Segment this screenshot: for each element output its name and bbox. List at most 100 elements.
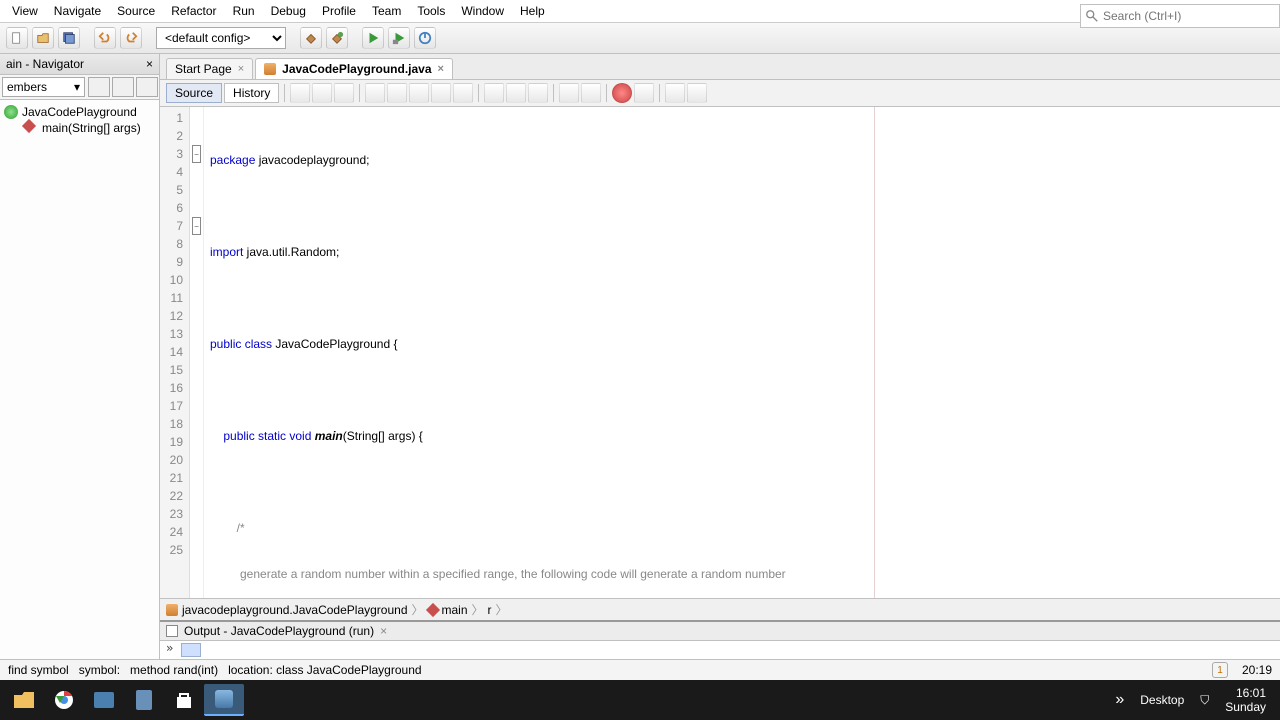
editor-btn-2[interactable] [312, 83, 332, 103]
nav-filter-button[interactable] [88, 77, 110, 97]
tree-node-method-label: main(String[] args) [42, 121, 141, 135]
fold-icon[interactable]: − [192, 145, 201, 163]
taskbar-netbeans[interactable] [204, 684, 244, 716]
undo-button[interactable] [94, 27, 116, 49]
menu-navigate[interactable]: Navigate [46, 2, 109, 20]
editor-btn-4[interactable] [365, 83, 385, 103]
profile-button[interactable] [414, 27, 436, 49]
tree-node-method[interactable]: main(String[] args) [4, 120, 155, 136]
close-icon[interactable]: × [146, 57, 153, 71]
menu-team[interactable]: Team [364, 2, 409, 20]
code-content[interactable]: package javacodeplayground; import java.… [204, 107, 1280, 598]
system-tray: » Desktop ⛉ 16:01 Sunday [1115, 686, 1276, 714]
status-error-symbol: symbol: [79, 663, 120, 677]
editor-btn-6[interactable] [409, 83, 429, 103]
taskbar-chrome[interactable] [44, 684, 84, 716]
editor-btn-8[interactable] [453, 83, 473, 103]
editor-btn-15[interactable] [634, 83, 654, 103]
tab-java-file[interactable]: JavaCodePlayground.java × [255, 58, 453, 79]
source-view-tab[interactable]: Source [166, 83, 222, 103]
editor-btn-14[interactable] [612, 83, 632, 103]
editor-btn-1[interactable] [290, 83, 310, 103]
editor-btn-11[interactable] [528, 83, 548, 103]
status-bar: find symbol symbol: method rand(int) loc… [0, 659, 1280, 680]
chevron-right-icon: 〉 [496, 601, 508, 618]
menu-source[interactable]: Source [109, 2, 163, 20]
build-button[interactable] [300, 27, 322, 49]
taskbar-store[interactable] [164, 684, 204, 716]
editor-btn-10[interactable] [506, 83, 526, 103]
output-body: » [160, 641, 1280, 659]
editor-btn-17[interactable] [687, 83, 707, 103]
status-error-text: find symbol [8, 663, 69, 677]
nav-sort-button[interactable] [112, 77, 134, 97]
menu-refactor[interactable]: Refactor [163, 2, 224, 20]
tray-network-icon[interactable]: ⛉ [1200, 693, 1209, 708]
close-icon[interactable]: × [380, 624, 387, 638]
method-icon [425, 602, 439, 616]
editor-btn-9[interactable] [484, 83, 504, 103]
menu-bar: View Navigate Source Refactor Run Debug … [0, 0, 1280, 23]
menu-tools[interactable]: Tools [409, 2, 453, 20]
output-tab[interactable]: Output - JavaCodePlayground (run) × [160, 622, 1280, 641]
java-icon [166, 604, 178, 616]
menu-debug[interactable]: Debug [263, 2, 314, 20]
tray-clock[interactable]: 16:01 Sunday [1225, 686, 1266, 714]
menu-profile[interactable]: Profile [314, 2, 364, 20]
open-button[interactable] [32, 27, 54, 49]
new-file-button[interactable] [6, 27, 28, 49]
members-dropdown[interactable]: embers▾ [2, 77, 85, 97]
tree-node-class[interactable]: JavaCodePlayground [4, 104, 155, 120]
navigator-title: ain - Navigator [6, 57, 84, 71]
tray-desktop-label[interactable]: Desktop [1140, 693, 1184, 707]
editor-btn-12[interactable] [559, 83, 579, 103]
run-button[interactable] [362, 27, 384, 49]
menu-run[interactable]: Run [225, 2, 263, 20]
fold-gutter: −− [190, 107, 204, 598]
taskbar-app-2[interactable] [124, 684, 164, 716]
search-input[interactable] [1103, 9, 1275, 23]
save-all-button[interactable] [58, 27, 80, 49]
redo-button[interactable] [120, 27, 142, 49]
history-view-tab[interactable]: History [224, 83, 279, 103]
breadcrumb-var[interactable]: r [488, 603, 492, 617]
chevron-right-icon: 〉 [472, 601, 484, 618]
breadcrumb-class[interactable]: javacodeplayground.JavaCodePlayground [166, 603, 408, 617]
taskbar-file-explorer[interactable] [4, 684, 44, 716]
breadcrumb-method[interactable]: main [428, 603, 468, 617]
status-error-method: method rand(int) [130, 663, 218, 677]
nav-options-button[interactable] [136, 77, 158, 97]
config-select[interactable]: <default config> [156, 27, 286, 49]
notification-badge[interactable]: 1 [1212, 662, 1228, 678]
menu-view[interactable]: View [4, 2, 46, 20]
output-tab-label: Output - JavaCodePlayground (run) [184, 624, 374, 638]
output-icon [166, 625, 178, 637]
editor-tab-row: Start Page × JavaCodePlayground.java × [160, 54, 1280, 80]
code-editor[interactable]: 1234567891011121314151617181920212223242… [160, 107, 1280, 598]
tab-start-page[interactable]: Start Page × [166, 58, 253, 79]
line-number-gutter: 1234567891011121314151617181920212223242… [160, 107, 190, 598]
close-icon[interactable]: × [438, 63, 444, 75]
editor-btn-5[interactable] [387, 83, 407, 103]
editor-btn-7[interactable] [431, 83, 451, 103]
clean-build-button[interactable] [326, 27, 348, 49]
tab-start-page-label: Start Page [175, 62, 232, 76]
editor-toolbar: Source History [160, 80, 1280, 107]
tab-java-file-label: JavaCodePlayground.java [282, 62, 431, 76]
output-panel: Output - JavaCodePlayground (run) × » [160, 620, 1280, 659]
margin-guide [874, 107, 875, 598]
search-box[interactable] [1080, 4, 1280, 28]
navigator-toolbar: embers▾ [0, 75, 159, 100]
windows-taskbar: » Desktop ⛉ 16:01 Sunday [0, 680, 1280, 720]
taskbar-app-1[interactable] [84, 684, 124, 716]
editor-btn-16[interactable] [665, 83, 685, 103]
editor-btn-13[interactable] [581, 83, 601, 103]
tray-chevron-icon[interactable]: » [1115, 691, 1124, 709]
editor-btn-3[interactable] [334, 83, 354, 103]
menu-window[interactable]: Window [453, 2, 512, 20]
fold-icon[interactable]: − [192, 217, 201, 235]
debug-button[interactable] [388, 27, 410, 49]
java-icon [264, 63, 276, 75]
close-icon[interactable]: × [238, 63, 244, 75]
menu-help[interactable]: Help [512, 2, 553, 20]
